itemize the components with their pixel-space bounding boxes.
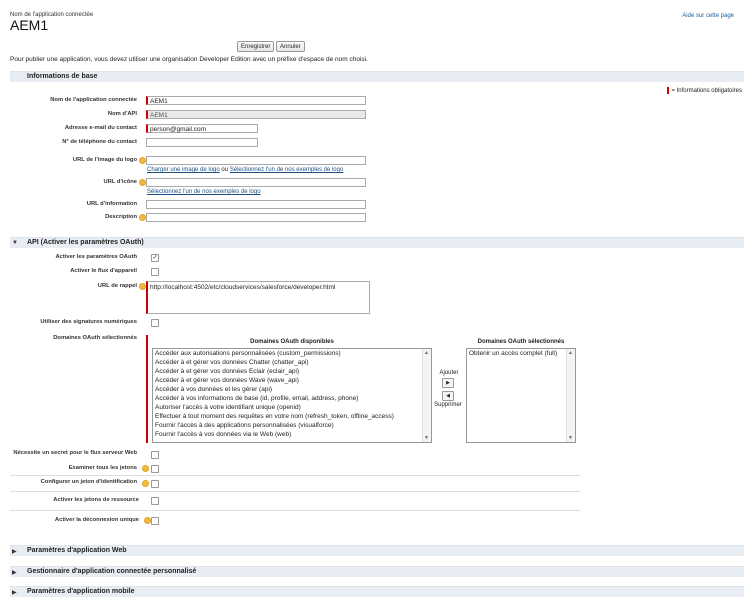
divider bbox=[10, 510, 580, 511]
secret-required-checkbox[interactable] bbox=[151, 451, 159, 459]
asset-tokens-checkbox[interactable] bbox=[151, 497, 159, 505]
digital-sig-label: Utiliser des signatures numériques bbox=[40, 319, 137, 325]
divider bbox=[10, 475, 580, 476]
section-web-app-settings[interactable]: ▶ Paramètres d'application Web bbox=[10, 545, 744, 556]
email-label: Adresse e-mail du contact bbox=[64, 125, 137, 131]
api-name-label: Nom d'API bbox=[107, 111, 137, 117]
required-indicator bbox=[146, 335, 148, 443]
callback-url-textarea[interactable]: http://localhost:4502/etc/cloudservices/… bbox=[146, 281, 370, 314]
email-field[interactable]: person@gmail.com bbox=[146, 124, 258, 133]
info-icon[interactable] bbox=[144, 517, 151, 524]
list-item[interactable]: Autoriser l'accès à votre identifiant un… bbox=[153, 403, 431, 412]
help-link[interactable]: Aide sur cette page bbox=[682, 13, 734, 19]
info-url-label: URL d'information bbox=[86, 201, 137, 207]
sample-icon-link[interactable]: Sélectionnez l'un de nos exemples de log… bbox=[147, 189, 261, 195]
section-title: Paramètres d'application mobile bbox=[27, 588, 135, 595]
section-title: Paramètres d'application Web bbox=[27, 547, 127, 554]
section-title: API (Activer les paramètres OAuth) bbox=[27, 239, 144, 246]
section-mobile-settings[interactable]: ▶ Paramètres d'application mobile bbox=[10, 586, 744, 597]
info-icon[interactable] bbox=[142, 465, 149, 472]
add-label: Ajouter bbox=[439, 370, 459, 376]
list-item[interactable]: Obtenir un accès complet (full) bbox=[467, 349, 575, 358]
digital-sig-checkbox[interactable] bbox=[151, 319, 159, 327]
phone-field[interactable] bbox=[146, 138, 258, 147]
list-item[interactable]: Accéder à et gérer vos données Eclair (e… bbox=[153, 367, 431, 376]
caret-down-icon: ▼ bbox=[12, 240, 18, 246]
caret-right-icon: ▶ bbox=[12, 590, 17, 596]
section-title: Gestionnaire d'application connectée per… bbox=[27, 568, 197, 575]
list-item[interactable]: Accéder à vos informations de base (id, … bbox=[153, 394, 431, 403]
device-flow-checkbox[interactable] bbox=[151, 268, 159, 276]
app-name-label: Nom de l'application connectée bbox=[50, 97, 137, 103]
selected-scopes-header: Domaines OAuth sélectionnés bbox=[477, 339, 565, 345]
caret-right-icon: ▶ bbox=[12, 549, 17, 555]
caret-right-icon: ▶ bbox=[12, 570, 17, 576]
phone-label: N° de téléphone du contact bbox=[62, 139, 137, 145]
remove-label: Supprimer bbox=[434, 402, 462, 408]
list-item[interactable]: Fournir l'accès à des applications perso… bbox=[153, 421, 431, 430]
cancel-button[interactable]: Annuler bbox=[276, 41, 305, 52]
callback-url-label: URL de rappel bbox=[97, 283, 137, 289]
description-label: Description bbox=[105, 214, 137, 220]
logo-url-input[interactable] bbox=[146, 156, 366, 165]
introspect-label: Examiner tous les jetons bbox=[68, 465, 137, 471]
required-note-text: = Informations obligatoires bbox=[671, 88, 742, 95]
save-button[interactable]: Enregistrer bbox=[237, 41, 275, 52]
api-name-input[interactable]: AEM1 bbox=[146, 110, 366, 119]
scrollbar[interactable]: ▲ ▼ bbox=[422, 349, 431, 442]
upload-logo-link[interactable]: Charger une image de logo bbox=[147, 167, 220, 173]
info-icon[interactable] bbox=[139, 283, 146, 290]
enable-oauth-label: Activer les paramètres OAuth bbox=[55, 254, 137, 260]
selected-scopes-label: Domaines OAuth sélectionnés bbox=[53, 335, 137, 341]
add-arrow-button[interactable]: ▶ bbox=[442, 378, 454, 388]
selected-scopes-list[interactable]: Obtenir un accès complet (full) ▲ ▼ bbox=[466, 348, 576, 443]
info-icon[interactable] bbox=[139, 179, 146, 186]
device-flow-label: Activer le flux d'appareil bbox=[70, 268, 137, 274]
section-custom-handler[interactable]: ▶ Gestionnaire d'application connectée p… bbox=[10, 566, 744, 577]
secret-required-label: Nécessite un secret pour le flux serveur… bbox=[13, 450, 137, 456]
single-logout-label: Activer la déconnexion unique bbox=[54, 517, 139, 523]
info-url-input[interactable] bbox=[146, 200, 366, 209]
divider bbox=[10, 491, 580, 492]
id-token-label: Configurer un jeton d'identification bbox=[40, 479, 137, 485]
icon-links: Sélectionnez l'un de nos exemples de log… bbox=[147, 189, 261, 195]
info-icon[interactable] bbox=[142, 480, 149, 487]
remove-arrow-button[interactable]: ◀ bbox=[442, 391, 454, 401]
list-item[interactable]: Effectuer à tout moment des requêtes en … bbox=[153, 412, 431, 421]
logo-or-text: ou bbox=[221, 167, 229, 173]
list-item[interactable]: Accéder à vos données et les gérer (api) bbox=[153, 385, 431, 394]
scrollbar[interactable]: ▲ ▼ bbox=[566, 349, 575, 442]
required-indicator bbox=[667, 87, 670, 94]
scroll-down-icon[interactable]: ▼ bbox=[568, 435, 573, 441]
id-token-checkbox[interactable] bbox=[151, 480, 159, 488]
list-item[interactable]: Accéder à et gérer vos données Wave (wav… bbox=[153, 376, 431, 385]
available-scopes-header: Domaines OAuth disponibles bbox=[250, 339, 334, 345]
info-icon[interactable] bbox=[139, 157, 146, 164]
single-logout-checkbox[interactable] bbox=[151, 517, 159, 525]
list-item[interactable]: Accéder à et gérer vos données Chatter (… bbox=[153, 358, 431, 367]
app-name-input[interactable]: AEM1 bbox=[146, 96, 366, 105]
introspect-checkbox[interactable] bbox=[151, 465, 159, 473]
asset-tokens-label: Activer les jetons de ressource bbox=[53, 497, 139, 503]
scroll-up-icon[interactable]: ▲ bbox=[424, 350, 429, 356]
intro-text: Pour publier une application, vous devez… bbox=[10, 56, 368, 63]
enable-oauth-checkbox[interactable]: ✓ bbox=[151, 254, 159, 262]
list-item[interactable]: Accéder aux autorisations personnalisées… bbox=[153, 349, 431, 358]
available-scopes-list[interactable]: Accéder aux autorisations personnalisées… bbox=[152, 348, 432, 443]
info-icon[interactable] bbox=[139, 214, 146, 221]
list-item[interactable]: Fournir l'accès à vos données via le Web… bbox=[153, 430, 431, 439]
icon-url-input[interactable] bbox=[146, 178, 366, 187]
section-basic-info: Informations de base bbox=[10, 71, 744, 82]
section-api[interactable]: ▼ API (Activer les paramètres OAuth) bbox=[10, 237, 744, 248]
section-title: Informations de base bbox=[27, 73, 98, 80]
scroll-down-icon[interactable]: ▼ bbox=[424, 435, 429, 441]
icon-url-label: URL d'icône bbox=[103, 179, 137, 185]
description-input[interactable] bbox=[146, 213, 366, 222]
sample-logo-link[interactable]: Sélectionnez l'un de nos exemples de log… bbox=[230, 167, 344, 173]
required-note: = Informations obligatoires bbox=[667, 87, 742, 94]
scroll-up-icon[interactable]: ▲ bbox=[568, 350, 573, 356]
logo-url-label: URL de l'image du logo bbox=[72, 157, 137, 163]
logo-links: Charger une image de logo ou Sélectionne… bbox=[147, 167, 343, 173]
page-title: AEM1 bbox=[10, 17, 49, 33]
